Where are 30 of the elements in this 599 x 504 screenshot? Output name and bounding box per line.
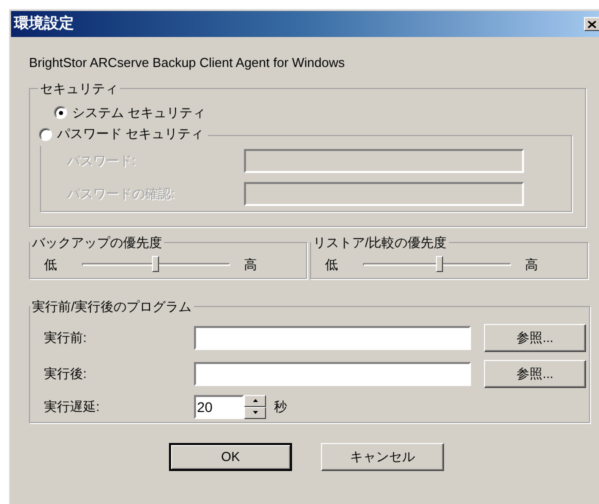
password-field[interactable] xyxy=(244,149,524,173)
path-field[interactable] xyxy=(194,326,471,350)
field-label: 実行前: xyxy=(44,328,88,347)
high-label: 高 xyxy=(244,256,257,274)
low-label: 低 xyxy=(44,256,58,274)
browse-button[interactable]: 参照... xyxy=(484,324,586,352)
delay-field[interactable]: 20 xyxy=(194,394,244,418)
priority-slider[interactable] xyxy=(363,255,511,274)
browse-button[interactable]: 参照... xyxy=(484,360,586,388)
high-label: 高 xyxy=(525,256,538,274)
product-name: BrightStor ARCserve Backup Client Agent for Windows xyxy=(29,54,345,72)
group-title: セキュリティ xyxy=(39,80,119,98)
radio-button[interactable]: システム セキュリティ xyxy=(54,102,206,122)
window-title: 環境設定 xyxy=(14,14,74,34)
group-title: リストア/比較の優先度 xyxy=(312,234,448,252)
path-field[interactable] xyxy=(194,362,471,386)
close-icon xyxy=(588,20,596,28)
low-label: 低 xyxy=(325,256,339,274)
unit-label: 秒 xyxy=(274,398,287,416)
priority-slider[interactable] xyxy=(82,255,230,274)
group-title: バックアップの優先度 xyxy=(31,234,163,252)
dialog-button[interactable]: OK xyxy=(169,443,292,471)
radio-button[interactable]: パスワード セキュリティ xyxy=(39,124,204,144)
field-label: 実行後: xyxy=(44,364,88,383)
spin-buttons[interactable] xyxy=(244,394,266,418)
dialog-button[interactable]: キャンセル xyxy=(321,443,444,471)
field-label: 実行遅延: xyxy=(44,398,101,416)
password-field[interactable] xyxy=(244,182,524,206)
group-title: 実行前/実行後のプログラム xyxy=(31,298,193,316)
close-button[interactable] xyxy=(584,17,599,31)
